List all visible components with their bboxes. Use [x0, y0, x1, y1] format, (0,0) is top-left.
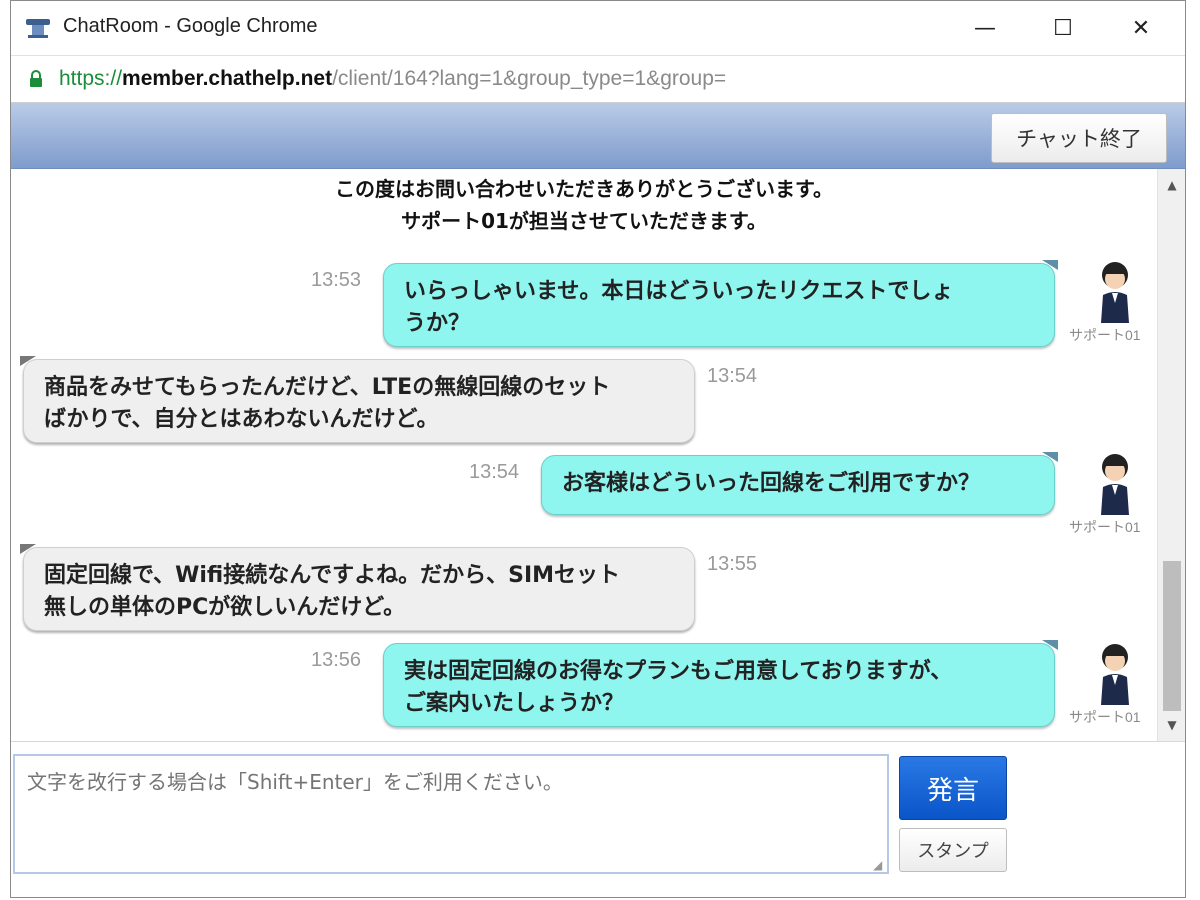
resize-grip-icon[interactable]: ◢ — [873, 858, 887, 872]
agent-message-bubble: お客様はどういった回線をご利用ですか？ — [541, 452, 1058, 515]
message-line: 実は固定回線のお得なプランもご用意しておりますが、 — [404, 659, 953, 684]
message-time: 13:55 — [707, 553, 758, 575]
message-line: 無しの単体のPCが欲しいんだけど。 — [44, 595, 406, 620]
system-message: この度はお問い合わせいただきありがとうございます。 — [335, 177, 833, 201]
agent-avatar-icon — [1101, 262, 1129, 323]
title-bar: ChatRoom - Google Chrome — ☐ ✕ — [11, 1, 1185, 55]
composer: ◢ 発言 スタンプ — [11, 741, 1185, 897]
url-text[interactable]: https://member.chathelp.net/client/164?l… — [59, 67, 726, 91]
agent-name: サポート01 — [1069, 519, 1141, 535]
message-line: ばかりで、自分とはあわないんだけど。 — [44, 407, 439, 432]
message-line: 商品をみせてもらったんだけど、LTEの無線回線のセット — [44, 375, 611, 400]
url-host: member.chathelp.net — [122, 67, 333, 90]
chat-header: チャット終了 — [11, 103, 1185, 169]
browser-window: ChatRoom - Google Chrome — ☐ ✕ https://m… — [10, 0, 1186, 898]
agent-name: サポート01 — [1069, 327, 1141, 343]
end-chat-button[interactable]: チャット終了 — [991, 113, 1167, 163]
agent-avatar-icon — [1101, 454, 1129, 515]
agent-message-bubble: 実は固定回線のお得なプランもご用意しておりますが、 ご案内いたしょうか？ — [383, 640, 1058, 727]
close-button[interactable]: ✕ — [1111, 7, 1171, 49]
system-message: サポート01が担当させていただきます。 — [401, 209, 767, 233]
lock-icon — [30, 70, 42, 87]
message-time: 13:53 — [311, 269, 362, 291]
chat-scrollbar[interactable]: ▲ ▼ — [1157, 169, 1185, 741]
window-title: ChatRoom - Google Chrome — [63, 15, 318, 37]
maximize-button[interactable]: ☐ — [1033, 7, 1093, 49]
message-line: お客様はどういった回線をご利用ですか？ — [562, 471, 981, 496]
address-bar[interactable]: https://member.chathelp.net/client/164?l… — [11, 55, 1185, 103]
message-time: 13:54 — [469, 461, 520, 483]
chatroom-app-icon — [26, 19, 50, 38]
message-time: 13:56 — [311, 649, 362, 671]
message-line: うか？ — [404, 311, 471, 336]
minimize-button[interactable]: — — [955, 7, 1015, 49]
send-button[interactable]: 発言 — [899, 756, 1007, 820]
stamp-button[interactable]: スタンプ — [899, 828, 1007, 872]
client-message-bubble: 固定回線で、Wifi接続なんですよね。だから、SIMセット 無しの単体のPCが欲… — [20, 544, 695, 631]
message-line: ご案内いたしょうか？ — [404, 691, 625, 716]
agent-avatar-icon — [1101, 644, 1129, 705]
url-scheme: https:// — [59, 67, 123, 90]
message-time: 13:54 — [707, 365, 758, 387]
agent-name: サポート01 — [1069, 709, 1141, 725]
message-line: 固定回線で、Wifi接続なんですよね。だから、SIMセット — [44, 563, 621, 588]
chat-log: この度はお問い合わせいただきありがとうございます。 サポート01が担当させていた… — [11, 169, 1157, 741]
message-line: いらっしゃいませ。本日はどういったリクエストでしょ — [404, 279, 954, 304]
agent-message-bubble: いらっしゃいませ。本日はどういったリクエストでしょ うか？ — [383, 260, 1058, 347]
scroll-down-arrow-icon[interactable]: ▼ — [1158, 713, 1186, 737]
scroll-up-arrow-icon[interactable]: ▲ — [1158, 173, 1186, 197]
url-path: /client/164?lang=1&group_type=1&group= — [332, 67, 727, 90]
scrollbar-thumb[interactable] — [1163, 561, 1181, 711]
message-input[interactable] — [13, 754, 889, 874]
client-message-bubble: 商品をみせてもらったんだけど、LTEの無線回線のセット ばかりで、自分とはあわな… — [20, 356, 695, 443]
